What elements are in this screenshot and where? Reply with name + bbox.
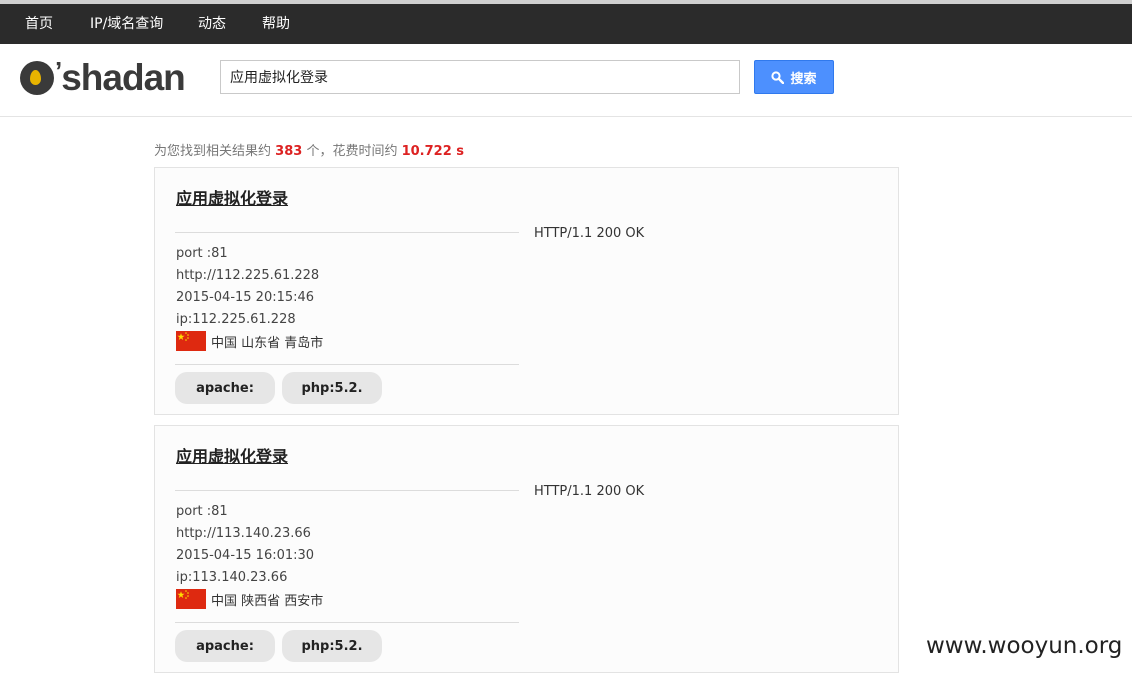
http-status: HTTP/1.1 200 OK — [534, 484, 645, 499]
http-status: HTTP/1.1 200 OK — [534, 226, 645, 241]
search-icon — [771, 70, 785, 84]
tag-php[interactable]: php:5.2. — [282, 630, 382, 662]
result-url: http://112.225.61.228 — [176, 268, 320, 283]
divider — [175, 232, 519, 233]
result-date: 2015-04-15 16:01:30 — [176, 548, 315, 563]
logo-text: ’shadan — [55, 56, 186, 98]
search-header: ’shadan 搜索 — [0, 44, 1132, 117]
china-flag-icon — [176, 331, 206, 351]
logo[interactable]: ’shadan — [20, 56, 186, 98]
divider — [175, 622, 519, 623]
result-ip: ip:112.225.61.228 — [176, 312, 296, 327]
nav-item-news[interactable]: 动态 — [198, 14, 226, 34]
top-nav-bar: 首页 IP/域名查询 动态 帮助 — [0, 0, 1132, 44]
nav-item-home[interactable]: 首页 — [25, 14, 53, 34]
result-ip: ip:113.140.23.66 — [176, 570, 288, 585]
search-time: 10.722 s — [401, 144, 465, 159]
tag-apache[interactable]: apache: — [175, 630, 275, 662]
result-title-link[interactable]: 应用虚拟化登录 — [176, 446, 288, 468]
result-title-link[interactable]: 应用虚拟化登录 — [176, 188, 288, 210]
watermark: www.wooyun.org — [926, 633, 1123, 659]
tag-php[interactable]: php:5.2. — [282, 372, 382, 404]
nav-item-help[interactable]: 帮助 — [262, 14, 290, 34]
result-location: 中国 陕西省 西安市 — [211, 594, 324, 609]
divider — [175, 364, 519, 365]
result-count: 383 — [275, 144, 303, 159]
nav-item-ip-domain-query[interactable]: IP/域名查询 — [90, 14, 163, 34]
summary-middle: 个，花费时间约 — [306, 144, 398, 159]
summary-prefix: 为您找到相关结果约 — [154, 144, 272, 159]
result-card: 应用虚拟化登录 HTTP/1.1 200 OK port :81 http://… — [154, 425, 899, 673]
search-input[interactable] — [220, 60, 740, 94]
result-url: http://113.140.23.66 — [176, 526, 311, 541]
result-card: 应用虚拟化登录 HTTP/1.1 200 OK port :81 http://… — [154, 167, 899, 415]
results-summary: 为您找到相关结果约 383 个，花费时间约 10.722 s — [154, 143, 464, 161]
divider — [175, 490, 519, 491]
result-port: port :81 — [176, 246, 228, 261]
result-date: 2015-04-15 20:15:46 — [176, 290, 315, 305]
search-button[interactable]: 搜索 — [754, 60, 834, 94]
china-flag-icon — [176, 589, 206, 609]
result-port: port :81 — [176, 504, 228, 519]
result-location: 中国 山东省 青岛市 — [211, 336, 324, 351]
search-button-label: 搜索 — [790, 71, 817, 87]
logo-mark-icon — [20, 61, 54, 95]
tag-apache[interactable]: apache: — [175, 372, 275, 404]
